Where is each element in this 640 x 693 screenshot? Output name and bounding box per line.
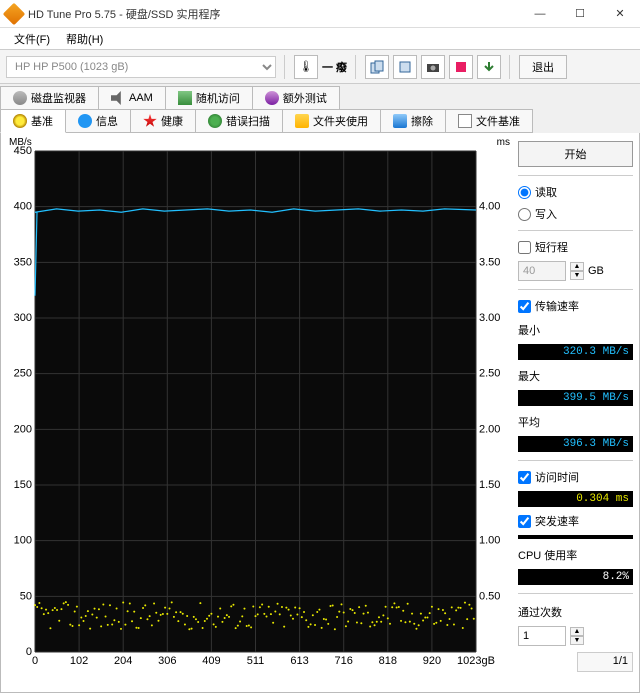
- svg-text:200: 200: [14, 423, 32, 435]
- random-icon: [178, 91, 192, 105]
- access-value: 0.304 ms: [518, 491, 633, 507]
- svg-text:3.50: 3.50: [479, 256, 500, 268]
- file-icon: [458, 114, 472, 128]
- svg-text:0.50: 0.50: [479, 590, 500, 602]
- passes-label: 通过次数: [518, 604, 633, 620]
- svg-text:818: 818: [379, 655, 397, 667]
- temp-icon[interactable]: 🌡: [294, 55, 318, 79]
- avg-value: 396.3 MB/s: [518, 436, 633, 452]
- start-button[interactable]: 开始: [518, 141, 633, 167]
- svg-text:306: 306: [158, 655, 176, 667]
- screenshot-icon[interactable]: [421, 55, 445, 79]
- svg-text:3.00: 3.00: [479, 312, 500, 324]
- extra-icon: [265, 91, 279, 105]
- min-label: 最小: [518, 322, 633, 338]
- transfer-check[interactable]: 传输速率: [518, 298, 633, 314]
- svg-text:102: 102: [70, 655, 88, 667]
- svg-text:400: 400: [14, 201, 32, 213]
- window-title: HD Tune Pro 5.75 - 硬盘/SSD 实用程序: [28, 6, 520, 22]
- svg-text:250: 250: [14, 368, 32, 380]
- folder-icon: [295, 114, 309, 128]
- svg-text:0: 0: [32, 655, 38, 667]
- tab-benchmark[interactable]: 基准: [0, 109, 66, 133]
- burst-check[interactable]: 突发速率: [518, 513, 633, 529]
- tab-health[interactable]: 健康: [130, 109, 196, 133]
- minimize-button[interactable]: ―: [520, 0, 560, 28]
- svg-text:50: 50: [20, 590, 32, 602]
- disk-icon: [13, 91, 27, 105]
- y-left-label: MB/s: [9, 137, 32, 148]
- close-button[interactable]: ✕: [600, 0, 640, 28]
- copy2-icon[interactable]: [393, 55, 417, 79]
- tab-monitor[interactable]: 磁盘监视器: [0, 86, 99, 109]
- cpu-value: 8.2%: [518, 569, 633, 585]
- bulb-icon: [13, 114, 27, 128]
- copy-icon[interactable]: [365, 55, 389, 79]
- passes-spinner[interactable]: ▲▼: [570, 627, 584, 645]
- benchmark-chart: MB/s ms 4504003503002502001501005004.003…: [7, 139, 512, 674]
- svg-text:716: 716: [335, 655, 353, 667]
- svg-text:2.50: 2.50: [479, 368, 500, 380]
- options-icon[interactable]: [449, 55, 473, 79]
- passes-input[interactable]: [518, 626, 566, 646]
- cpu-label: CPU 使用率: [518, 547, 633, 563]
- tab-info[interactable]: 信息: [65, 109, 131, 133]
- maximize-button[interactable]: ☐: [560, 0, 600, 28]
- menu-file[interactable]: 文件(F): [6, 29, 58, 49]
- tab-random[interactable]: 随机访问: [165, 86, 253, 109]
- drive-select[interactable]: HP HP P500 (1023 gB): [6, 56, 276, 78]
- speaker-icon: [111, 91, 125, 105]
- read-radio[interactable]: 读取: [518, 184, 633, 200]
- tab-errorscan[interactable]: 错误扫描: [195, 109, 283, 133]
- svg-text:1023gB: 1023gB: [457, 655, 495, 667]
- svg-text:1.00: 1.00: [479, 535, 500, 547]
- svg-text:1.50: 1.50: [479, 479, 500, 491]
- svg-text:409: 409: [202, 655, 220, 667]
- avg-label: 平均: [518, 414, 633, 430]
- erase-icon: [393, 114, 407, 128]
- tab-extra[interactable]: 额外测试: [252, 86, 340, 109]
- tab-aam[interactable]: AAM: [98, 86, 166, 109]
- svg-text:150: 150: [14, 479, 32, 491]
- svg-text:300: 300: [14, 312, 32, 324]
- y-right-label: ms: [497, 137, 510, 148]
- max-value: 399.5 MB/s: [518, 390, 633, 406]
- svg-text:100: 100: [14, 535, 32, 547]
- access-check[interactable]: 访问时间: [518, 469, 633, 485]
- svg-text:2.00: 2.00: [479, 423, 500, 435]
- svg-text:920: 920: [423, 655, 441, 667]
- svg-text:511: 511: [247, 655, 265, 667]
- tab-folderusage[interactable]: 文件夹使用: [282, 109, 381, 133]
- exit-button[interactable]: 退出: [519, 55, 567, 79]
- svg-text:4.00: 4.00: [479, 201, 500, 213]
- svg-text:613: 613: [290, 655, 308, 667]
- burst-value: [518, 535, 633, 539]
- scan-icon: [208, 114, 222, 128]
- shortstroke-check[interactable]: 短行程: [518, 239, 633, 255]
- menu-help[interactable]: 帮助(H): [58, 29, 111, 49]
- health-icon: [143, 114, 157, 128]
- shortstroke-input[interactable]: [518, 261, 566, 281]
- svg-text:204: 204: [114, 655, 132, 667]
- passes-counter: 1/1: [577, 652, 633, 672]
- temp-text: 一 癈: [322, 59, 347, 75]
- save-icon[interactable]: [477, 55, 501, 79]
- shortstroke-spinner[interactable]: ▲▼: [570, 262, 584, 280]
- tab-erase[interactable]: 擦除: [380, 109, 446, 133]
- max-label: 最大: [518, 368, 633, 384]
- app-icon: [3, 2, 26, 25]
- tab-filebench[interactable]: 文件基准: [445, 109, 533, 133]
- svg-text:350: 350: [14, 256, 32, 268]
- write-radio[interactable]: 写入: [518, 206, 633, 222]
- info-icon: [78, 114, 92, 128]
- min-value: 320.3 MB/s: [518, 344, 633, 360]
